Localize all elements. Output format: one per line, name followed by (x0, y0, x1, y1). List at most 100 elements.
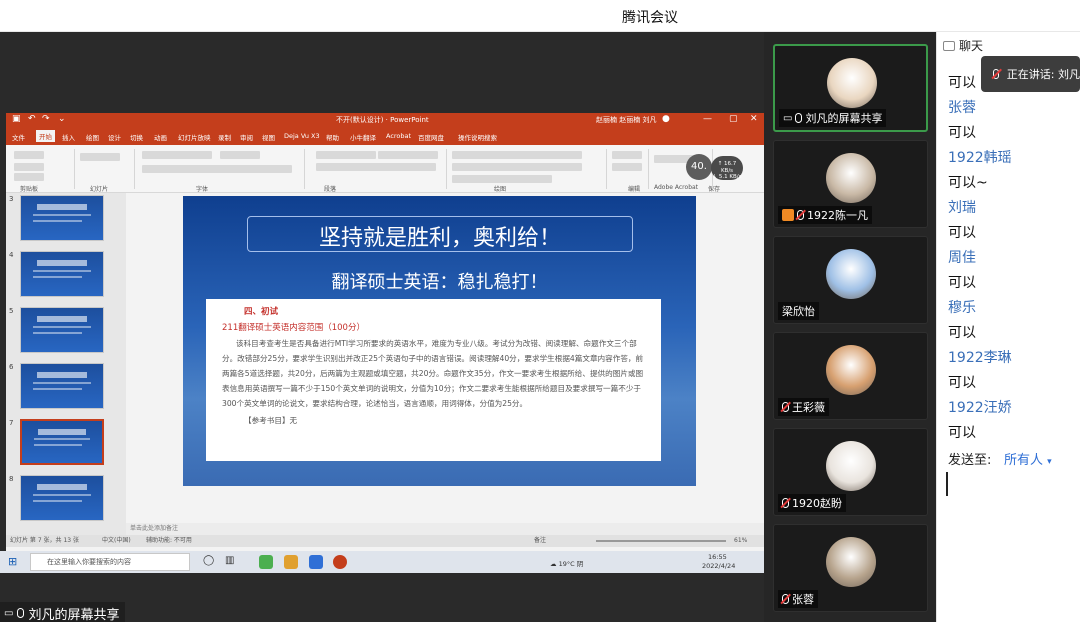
upload-speed: ↑ 16.7 KB/s (717, 161, 737, 174)
thumb-title-bar (37, 371, 87, 378)
chat-message-text: 可以~ (948, 175, 988, 191)
sub-heading: 211翻译硕士英语内容范围（100分） (222, 323, 365, 333)
minimize-icon[interactable]: — (703, 114, 712, 124)
ribbon-separator (446, 149, 447, 189)
tab-2[interactable]: 插入 (62, 132, 75, 142)
notes-toggle[interactable]: 备注 (534, 535, 546, 547)
ribbon-control[interactable] (220, 151, 260, 159)
close-icon[interactable]: ✕ (750, 114, 758, 124)
slide-thumbnail-4[interactable] (20, 251, 104, 297)
ribbon-control[interactable] (14, 173, 44, 181)
slide-thumbnail-5[interactable] (20, 307, 104, 353)
participant-tile[interactable]: 张蓉 (773, 524, 928, 612)
slide-thumbnail-3[interactable] (20, 195, 104, 241)
ribbon-control[interactable] (452, 151, 582, 159)
save-icon[interactable]: ▣ (12, 114, 21, 124)
avatar (826, 345, 876, 395)
window-title: 腾讯会议 (622, 10, 678, 26)
taskbar-search[interactable]: 在这里输入你要搜索的内容 (30, 553, 190, 571)
tab-7[interactable]: 幻灯片放映 (178, 132, 211, 142)
ribbon-control[interactable] (14, 163, 44, 171)
ribbon-control[interactable] (316, 163, 436, 171)
ribbon-control[interactable] (142, 151, 212, 159)
quick-access-icon[interactable]: ⌄ (58, 114, 66, 124)
ribbon-control[interactable] (612, 163, 642, 171)
participant-tile[interactable]: 1922陈一凡 (773, 140, 928, 228)
zoom-slider[interactable] (596, 540, 726, 542)
ribbon-control[interactable] (316, 151, 376, 159)
participant-name: 1920赵盼 (792, 497, 842, 510)
thumbnail-number: 3 (9, 195, 14, 203)
ribbon-control[interactable] (378, 151, 438, 159)
tab-14[interactable]: Acrobat (386, 132, 411, 140)
tab-6[interactable]: 动画 (154, 132, 167, 142)
task-view-icon[interactable]: ◯ (203, 555, 217, 569)
wechat-icon[interactable] (259, 555, 273, 569)
slide-thumbnail-8[interactable] (20, 475, 104, 521)
redo-icon[interactable]: ↷ (42, 114, 50, 124)
ribbon-separator (304, 149, 305, 189)
powerpoint-icon[interactable] (333, 555, 347, 569)
participant-name: 1922陈一凡 (807, 209, 868, 222)
ribbon-control[interactable] (14, 151, 44, 159)
avatar (826, 249, 876, 299)
chat-message-text: 可以 (948, 125, 976, 141)
participant-name: 刘凡的屏幕共享 (805, 112, 883, 125)
thumb-title-bar (37, 259, 87, 266)
speaking-text: 正在讲话: 刘凡 (1006, 68, 1080, 81)
tab-1[interactable]: 开始 (36, 130, 55, 142)
tab-4[interactable]: 设计 (108, 132, 121, 142)
tab-9[interactable]: 审阅 (240, 132, 253, 142)
zoom-bubble[interactable]: 40. (686, 154, 712, 180)
ribbon-control[interactable] (612, 151, 642, 159)
thumb-title-bar (37, 483, 87, 490)
tab-11[interactable]: Deja Vu X3 (284, 132, 320, 140)
screen-share-icon: ▭ (783, 112, 793, 124)
zoom-level[interactable]: 61% (734, 535, 747, 547)
section-heading: 四、初试 (244, 307, 279, 317)
download-speed: ↓ 5.1 KB/s (712, 174, 742, 181)
slide-thumbnail-7[interactable] (20, 419, 104, 465)
chat-message-text: 可以 (948, 75, 976, 91)
language-status[interactable]: 中文(中国) (102, 535, 131, 547)
slide-thumbnail-6[interactable] (20, 363, 104, 409)
undo-icon[interactable]: ↶ (28, 114, 36, 124)
ribbon-control[interactable] (142, 165, 292, 173)
tab-0[interactable]: 文件 (12, 132, 25, 142)
participant-tile[interactable]: 梁欣怡 (773, 236, 928, 324)
participant-tile[interactable]: 王彩薇 (773, 332, 928, 420)
tab-10[interactable]: 视图 (262, 132, 275, 142)
slide-thumbnail-pane: 3 4 5 6 7 8 (6, 193, 126, 535)
tencent-meeting-icon[interactable] (309, 555, 323, 569)
tab-3[interactable]: 绘图 (86, 132, 99, 142)
accessibility-status[interactable]: 辅助功能: 不可用 (146, 535, 192, 547)
windows-start-icon[interactable]: ⊞ (8, 555, 22, 569)
tab-12[interactable]: 帮助 (326, 132, 339, 142)
powerpoint-window: ▣ ↶ ↷ ⌄ 不开(默认设计) · PowerPoint 赵丽楠 赵丽楠 刘凡… (6, 113, 764, 553)
chat-message-text: 可以 (948, 225, 976, 241)
participant-tile[interactable]: 1920赵盼 (773, 428, 928, 516)
tab-5[interactable]: 切换 (130, 132, 143, 142)
tab-13[interactable]: 小牛翻译 (350, 132, 376, 142)
maximize-icon[interactable]: ▢ (729, 114, 738, 124)
thumb-line (33, 276, 83, 279)
tab-15[interactable]: 百度网盘 (418, 132, 444, 142)
chat-message-text: 可以 (948, 325, 976, 341)
reference-line: 【参考书目】无 (244, 416, 298, 425)
tab-16[interactable]: 操作说明搜索 (458, 132, 497, 142)
tab-8[interactable]: 录制 (218, 132, 231, 142)
notes-pane[interactable]: 单击此处添加备注 (126, 523, 764, 535)
ribbon-control[interactable] (452, 175, 552, 183)
ribbon-control[interactable] (80, 153, 120, 161)
participant-tile[interactable]: ▭ 刘凡的屏幕共享 (773, 44, 928, 132)
user-avatar-icon[interactable]: ● (662, 114, 670, 124)
chat-input-caret[interactable] (946, 472, 948, 496)
ribbon-control[interactable] (452, 163, 582, 171)
participant-label: ▭ 刘凡的屏幕共享 (779, 109, 887, 127)
send-to-dropdown[interactable]: 所有人 ▾ (1004, 449, 1052, 468)
ribbon-group-1: 幻灯片 (90, 186, 109, 193)
slide-canvas[interactable]: 坚持就是胜利，奥利给！ 翻译硕士英语：稳扎稳打！ 四、初试 211翻译硕士英语内… (183, 196, 696, 486)
widgets-icon[interactable]: ▥ (225, 555, 239, 569)
file-explorer-icon[interactable] (284, 555, 298, 569)
chat-panel: 聊天 可以 张蓉 可以 1922韩瑶 可以~ 刘瑞 可以 周佳 可以 穆乐 可以 1922李琳 可以 19… (936, 32, 1080, 622)
